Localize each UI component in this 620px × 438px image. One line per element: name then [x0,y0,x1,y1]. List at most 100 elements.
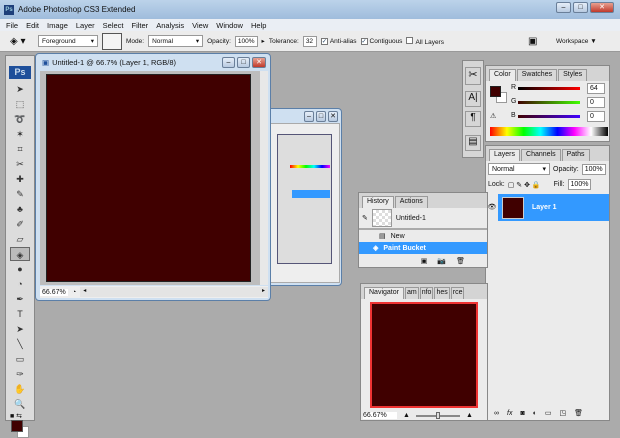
tab-info[interactable]: nfo [419,287,434,299]
bridge-icon[interactable]: ▣ [528,36,537,47]
healing-icon[interactable]: ✚ [10,172,30,186]
opacity-input[interactable]: 100% [234,35,258,47]
clone-stamp-icon[interactable]: ♣ [10,202,30,216]
adjustment-icon[interactable]: ◐ [533,410,537,417]
r-input[interactable]: 64 [587,83,605,94]
horizontal-scrollbar[interactable]: ◂ ▸ [80,287,268,297]
history-item-selected[interactable]: ◈ Paint Bucket [359,242,487,254]
fill-input[interactable]: 100% [567,179,592,190]
tolerance-input[interactable]: 32 [302,35,317,47]
new-document-from-state-icon[interactable]: ▣ [421,257,428,265]
dodge-icon[interactable]: ◔ [10,277,30,291]
layer-comps-icon[interactable]: ▤ [465,135,481,151]
tab-swatches2[interactable]: hes [434,287,450,299]
layer-row[interactable]: 👁 Layer 1 [486,194,609,221]
r-slider[interactable] [518,87,580,90]
tab-swatches[interactable]: Swatches [516,69,558,81]
tab-histogram[interactable]: am [404,287,419,299]
history-snapshot[interactable]: ✎ Untitled-1 [359,208,487,230]
foreground-color-swatch[interactable] [11,420,23,432]
move-icon[interactable]: ➤ [10,82,30,96]
doc-maximize-button[interactable]: □ [237,57,250,68]
menu-analysis[interactable]: Analysis [156,21,184,30]
blur-icon[interactable]: ● [10,262,30,276]
menu-edit[interactable]: Edit [26,21,39,30]
pattern-picker[interactable] [102,32,122,50]
menu-view[interactable]: View [192,21,208,30]
line-icon[interactable]: ╲ [10,337,30,351]
g-input[interactable]: 0 [587,97,605,108]
brush-icon[interactable]: ✎ [10,187,30,201]
hand-icon[interactable]: ✋ [10,382,30,396]
navigator-zoom[interactable]: 66.67% [363,412,397,419]
history-brush-icon[interactable]: ✐ [10,217,30,231]
color-fg-swatch[interactable] [490,86,501,97]
minimize-button[interactable]: – [556,2,571,13]
g-slider[interactable] [518,101,580,104]
tab-layers[interactable]: Layers [489,149,521,161]
close-button[interactable]: ✕ [590,2,614,13]
paint-bucket-icon[interactable]: ◈ [10,247,30,261]
menu-image[interactable]: Image [47,21,68,30]
menu-file[interactable]: File [6,21,18,30]
menu-select[interactable]: Select [103,21,124,30]
crop-icon[interactable]: ⌗ [10,142,30,156]
slice-icon[interactable]: ✂ [10,157,30,171]
tab-color[interactable]: Color [489,69,516,81]
character-icon[interactable]: A| [465,91,481,107]
tab-channels[interactable]: Channels [521,149,561,161]
layer-opacity-input[interactable]: 100% [581,163,606,175]
delete-layer-icon[interactable]: 🗑 [574,409,583,417]
contiguous-checkbox[interactable]: ✓ Contiguous [360,37,402,45]
maximize-button[interactable]: □ [573,2,588,13]
fx-icon[interactable]: fx [507,410,512,417]
document-window[interactable]: ▣ Untitled-1 @ 66.7% (Layer 1, RGB/8) – … [35,53,271,301]
zoom-level[interactable]: 66.67% [40,288,68,296]
opacity-slider-button[interactable]: ▸ [262,37,265,45]
magic-wand-icon[interactable]: ✶ [10,127,30,141]
navigator-preview[interactable] [370,302,478,408]
tab-paths[interactable]: Paths [561,149,590,161]
brushes-icon[interactable]: ✂ [465,67,481,85]
canvas[interactable] [46,74,251,282]
lock-icons[interactable]: ▢ ✎ ✥ 🔒 [508,181,541,189]
delete-state-icon[interactable]: 🗑 [456,257,465,265]
menu-help[interactable]: Help [251,21,266,30]
tab-source[interactable]: rce [450,287,465,299]
tab-navigator[interactable]: Navigator [364,287,404,299]
zoom-out-icon[interactable]: ▲ [403,412,410,419]
link-icon[interactable]: ∞ [494,410,499,417]
group-icon[interactable]: ▭ [545,409,552,417]
zoom-icon[interactable]: 🔍 [10,397,30,411]
blend-mode-select[interactable]: Normal ▾ [488,163,550,175]
navigator-zoom-slider[interactable] [415,411,460,419]
paragraph-icon[interactable]: ¶ [465,111,481,127]
eraser-icon[interactable]: ▱ [10,232,30,246]
history-item[interactable]: ▤ New [359,230,487,242]
path-select-icon[interactable]: ➤ [10,322,30,336]
tab-styles[interactable]: Styles [558,69,588,81]
fill-source-select[interactable]: Foreground ▾ [38,35,98,47]
b-slider[interactable] [518,115,580,118]
menu-layer[interactable]: Layer [76,21,95,30]
tab-history[interactable]: History [362,196,394,208]
b-input[interactable]: 0 [587,111,605,122]
doc-minimize-button[interactable]: – [222,57,235,68]
type-icon[interactable]: T [10,307,30,321]
status-menu-icon[interactable]: ◔ [72,289,76,296]
vertical-scrollbar[interactable] [260,71,268,285]
all-layers-checkbox[interactable]: All Layers [406,36,444,46]
anti-alias-checkbox[interactable]: ✓ Anti-alias [320,37,357,45]
eyedropper-icon[interactable]: ✑ [10,367,30,381]
menu-filter[interactable]: Filter [132,21,149,30]
snapshot-camera-icon[interactable]: 📷 [437,257,446,265]
tab-actions[interactable]: Actions [394,196,428,208]
mask-icon[interactable]: ◙ [520,410,524,417]
zoom-in-icon[interactable]: ▲ [466,412,473,419]
workspace-button[interactable]: Workspace ▼ [556,38,597,45]
default-colors-icon[interactable]: ■ ⇆ [6,412,34,420]
marquee-icon[interactable]: ⬚ [10,97,30,111]
menu-window[interactable]: Window [216,21,243,30]
paint-bucket-preset-icon[interactable]: ◈ ▾ [10,36,34,47]
lasso-icon[interactable]: ➰ [10,112,30,126]
